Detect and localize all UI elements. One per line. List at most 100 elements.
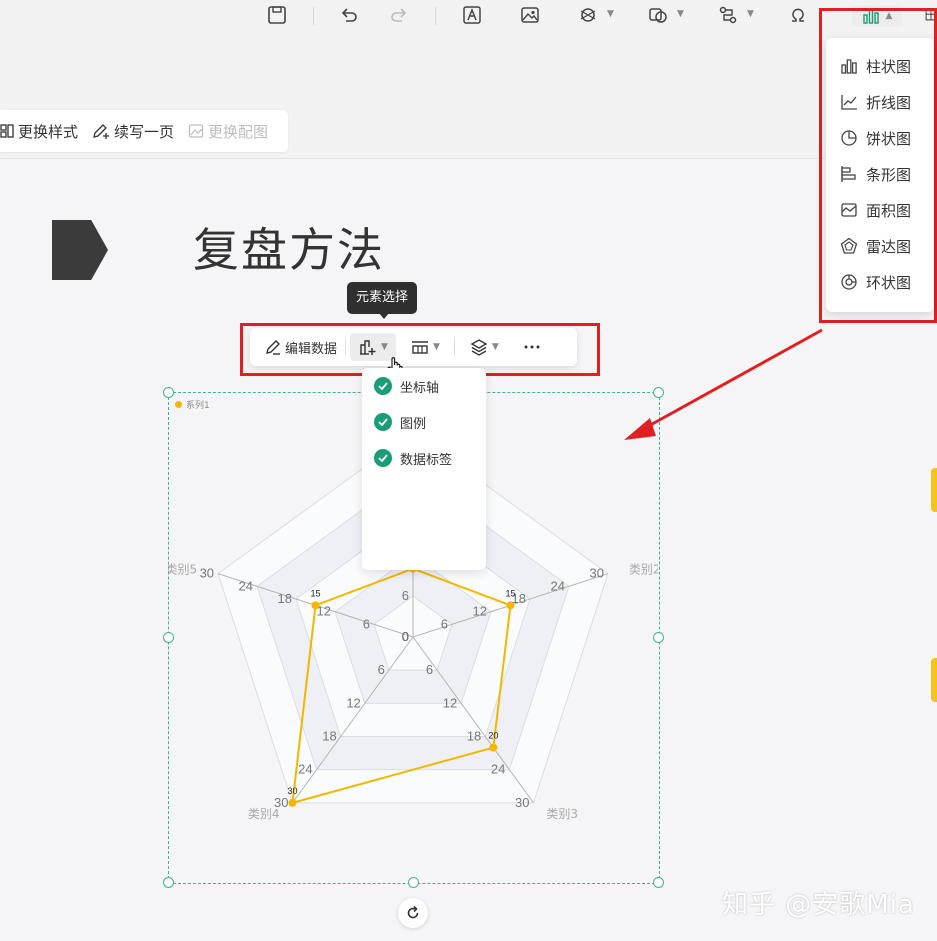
area-chart-icon [841,203,857,217]
chart-type-line[interactable]: 折线图 [826,84,934,120]
change-image-button[interactable]: 更换配图 [188,121,268,142]
change-style-label: 更换样式 [18,122,79,141]
text-box-icon[interactable] [460,3,484,27]
chart-type-menu: 柱状图 折线图 饼状图 条形图 面积图 雷达图 环状图 [826,38,934,312]
image-icon[interactable] [518,3,542,27]
line-chart-icon [841,95,857,110]
redo-icon[interactable] [387,3,411,27]
radar-category-label: 类别3 [546,807,578,821]
radar-tick-label: 18 [467,729,481,744]
caret-down-icon[interactable]: ▼ [607,9,614,19]
element-option-label: 数据标签 [400,452,453,468]
side-tab[interactable] [931,658,937,702]
radar-tick-label: 6 [363,616,370,631]
element-option-label: 坐标轴 [400,380,440,396]
radar-tick-label: 12 [346,695,360,710]
radar-data-point [506,601,515,610]
rotate-button[interactable] [398,898,428,928]
radar-chart-icon [840,237,858,254]
more-button[interactable] [515,333,549,361]
radar-tick-label: 12 [443,695,457,710]
radar-tick-label: 24 [551,578,565,593]
element-option-label: 图例 [400,416,427,432]
undo-icon[interactable] [337,3,361,27]
chart-type-bar[interactable]: 柱状图 [826,48,934,84]
caret-down-icon: ▼ [432,342,440,352]
layout-button[interactable]: ▼ [402,333,448,361]
element-option-axis[interactable]: 坐标轴 [362,368,486,404]
edit-data-label: 编辑数据 [285,341,338,357]
radar-data-label: 15 [505,588,515,598]
grid-icon [0,124,14,138]
chart-type-area[interactable]: 面积图 [826,192,934,228]
shape-icon[interactable] [646,3,670,27]
more-icon [524,345,540,349]
radar-tick-label: 6 [441,616,448,631]
rotate-icon [407,905,419,919]
element-option-data-labels[interactable]: 数据标签 [362,440,486,476]
radar-data-point [489,743,498,752]
radar-tick-label: 18 [322,729,336,744]
checkbox-checked-icon[interactable] [374,377,392,395]
menu-padding [826,38,934,48]
caret-down-icon: ▼ [491,342,499,352]
radar-tick-label: 30 [515,795,529,810]
toolbar-divider [453,338,455,356]
horizontal-bar-icon [841,166,856,182]
edit-icon [266,340,280,355]
radar-tick-label: 30 [200,566,214,581]
radar-data-point [311,601,320,610]
chart-type-label: 柱状图 [866,57,912,76]
radar-tick-label: 6 [378,662,385,677]
radar-category-label: 类别4 [248,807,280,821]
caret-down-icon[interactable]: ▼ [747,9,754,19]
pen-plus-icon [93,124,110,139]
symbol-icon[interactable] [786,3,810,27]
page-title[interactable]: 复盘方法 [193,220,385,280]
chart-type-donut[interactable]: 环状图 [826,264,934,300]
chart-element-icon [360,340,376,355]
chart-type-pie[interactable]: 饼状图 [826,120,934,156]
tooltip-arrow [379,313,389,319]
chart-type-label: 条形图 [866,165,912,184]
watermark: 知乎 @安歌Mia [722,890,915,920]
side-tab[interactable] [931,468,937,512]
radar-tick-label: 18 [278,591,292,606]
chart-type-label: 面积图 [866,201,912,220]
layers-icon [470,339,488,356]
bar-chart-icon [841,59,857,74]
pie-chart-icon [841,130,857,146]
toolbar-divider [435,7,436,25]
save-icon[interactable] [265,3,289,27]
element-dropdown: 坐标轴 图例 数据标签 [362,368,486,570]
main-toolbar: ▼ ▼ ▼ ▲ [0,0,937,34]
flow-icon[interactable] [716,3,740,27]
chart-type-label: 饼状图 [866,129,912,148]
change-style-button[interactable]: 更换样式 [0,121,78,142]
radar-data-label: 30 [287,786,297,796]
image-icon [188,124,204,138]
edit-data-button[interactable]: 编辑数据 [256,333,345,361]
radar-data-label: 20 [488,731,498,741]
element-option-legend[interactable]: 图例 [362,404,486,440]
radar-data-label: 15 [311,588,321,598]
chart-type-radar[interactable]: 雷达图 [826,228,934,264]
layer-button[interactable]: ▼ [461,333,507,361]
checkbox-checked-icon[interactable] [374,449,392,467]
smart-graphic-icon[interactable] [576,3,600,27]
donut-chart-icon [841,274,857,290]
checkbox-checked-icon[interactable] [374,413,392,431]
radar-tick-label: 24 [491,762,505,777]
radar-data-point [288,798,297,807]
element-toolbar: 编辑数据 ▼ ▼ ▼ [250,328,577,366]
continue-page-button[interactable]: 续写一页 [92,121,174,142]
chart-type-label: 雷达图 [866,237,912,256]
radar-tick-label: 24 [298,762,312,777]
radar-tick-label: 6 [402,588,409,603]
caret-down-icon[interactable]: ▼ [677,9,684,19]
chart-type-label: 环状图 [866,273,912,292]
radar-category-label: 类别5 [168,562,197,576]
chart-type-hbar[interactable]: 条形图 [826,156,934,192]
element-select-tooltip: 元素选择 [347,282,418,314]
toolbar-divider [313,7,314,25]
